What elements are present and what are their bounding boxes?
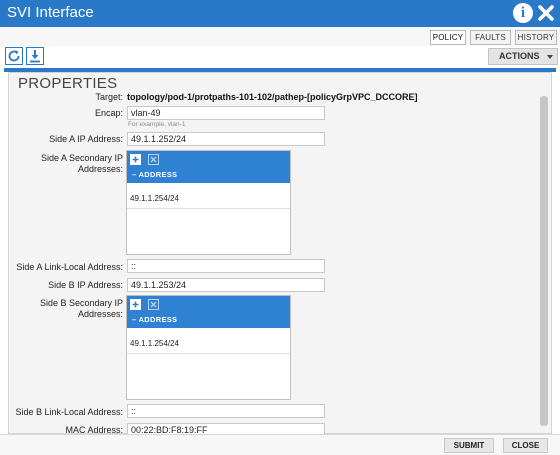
add-icon[interactable] <box>130 299 141 310</box>
toolbar: ACTIONS <box>0 46 560 67</box>
table-header: – ADDRESS <box>127 151 290 183</box>
side-b-link-local-field[interactable]: :: <box>127 404 325 418</box>
encap-label: Encap: <box>94 108 123 118</box>
address-column-header[interactable]: – ADDRESS <box>132 315 177 324</box>
tab-policy[interactable]: POLICY <box>430 30 466 45</box>
delete-icon[interactable] <box>148 299 159 310</box>
side-b-secondary-label-line2: Addresses: <box>77 309 123 319</box>
delete-icon[interactable] <box>148 154 159 165</box>
actions-dropdown[interactable]: ACTIONS <box>488 48 558 65</box>
side-a-secondary-table: – ADDRESS 49.1.1.254/24 <box>126 150 291 255</box>
row-divider <box>127 353 290 354</box>
side-b-ip-field[interactable]: 49.1.1.253/24 <box>127 278 325 292</box>
download-button[interactable] <box>26 47 44 65</box>
side-b-secondary-label-line1: Side B Secondary IP <box>39 298 123 308</box>
tab-history[interactable]: HISTORY <box>515 30 557 45</box>
row-divider <box>127 208 290 209</box>
page-title: PROPERTIES <box>18 75 118 92</box>
refresh-icon <box>8 50 20 62</box>
side-a-link-local-label: Side A Link-Local Address: <box>16 262 123 272</box>
submit-button[interactable]: SUBMIT <box>444 438 494 453</box>
tab-faults[interactable]: FAULTS <box>470 30 511 45</box>
window-title: SVI Interface <box>7 4 94 21</box>
refresh-button[interactable] <box>5 47 23 65</box>
address-column-header[interactable]: – ADDRESS <box>132 170 177 179</box>
encap-hint: For example, vlan-1 <box>128 121 186 128</box>
title-bar: SVI Interface i <box>0 0 560 27</box>
target-value: topology/pod-1/protpaths-101-102/pathep-… <box>127 92 418 102</box>
side-a-ip-label: Side A IP Address: <box>49 134 123 144</box>
side-a-secondary-label-line2: Addresses: <box>77 164 123 174</box>
download-icon <box>30 50 40 63</box>
close-icon[interactable] <box>536 3 556 23</box>
scrollbar[interactable] <box>540 96 548 426</box>
side-b-link-local-label: Side B Link-Local Address: <box>15 407 123 417</box>
info-icon[interactable]: i <box>513 3 533 23</box>
side-a-secondary-label: Side A Secondary IP Addresses: <box>10 153 123 175</box>
table-row[interactable]: 49.1.1.254/24 <box>130 194 179 203</box>
tab-bar: POLICY FAULTS HISTORY <box>0 27 560 46</box>
actions-label: ACTIONS <box>499 51 540 61</box>
side-b-secondary-label: Side B Secondary IP Addresses: <box>10 298 123 320</box>
add-icon[interactable] <box>130 154 141 165</box>
side-b-ip-label: Side B IP Address: <box>48 280 123 290</box>
side-a-ip-field[interactable]: 49.1.1.252/24 <box>127 132 325 146</box>
chevron-down-icon <box>547 55 553 59</box>
encap-field[interactable]: vlan-49 <box>127 106 325 120</box>
side-a-secondary-label-line1: Side A Secondary IP <box>40 153 123 163</box>
close-button[interactable]: CLOSE <box>503 438 548 453</box>
table-header: – ADDRESS <box>127 296 290 328</box>
footer: SUBMIT CLOSE <box>0 434 560 455</box>
side-b-secondary-table: – ADDRESS 49.1.1.254/24 <box>126 295 291 400</box>
target-label: Target: <box>95 92 123 102</box>
side-a-link-local-field[interactable]: :: <box>127 259 325 273</box>
table-row[interactable]: 49.1.1.254/24 <box>130 339 179 348</box>
